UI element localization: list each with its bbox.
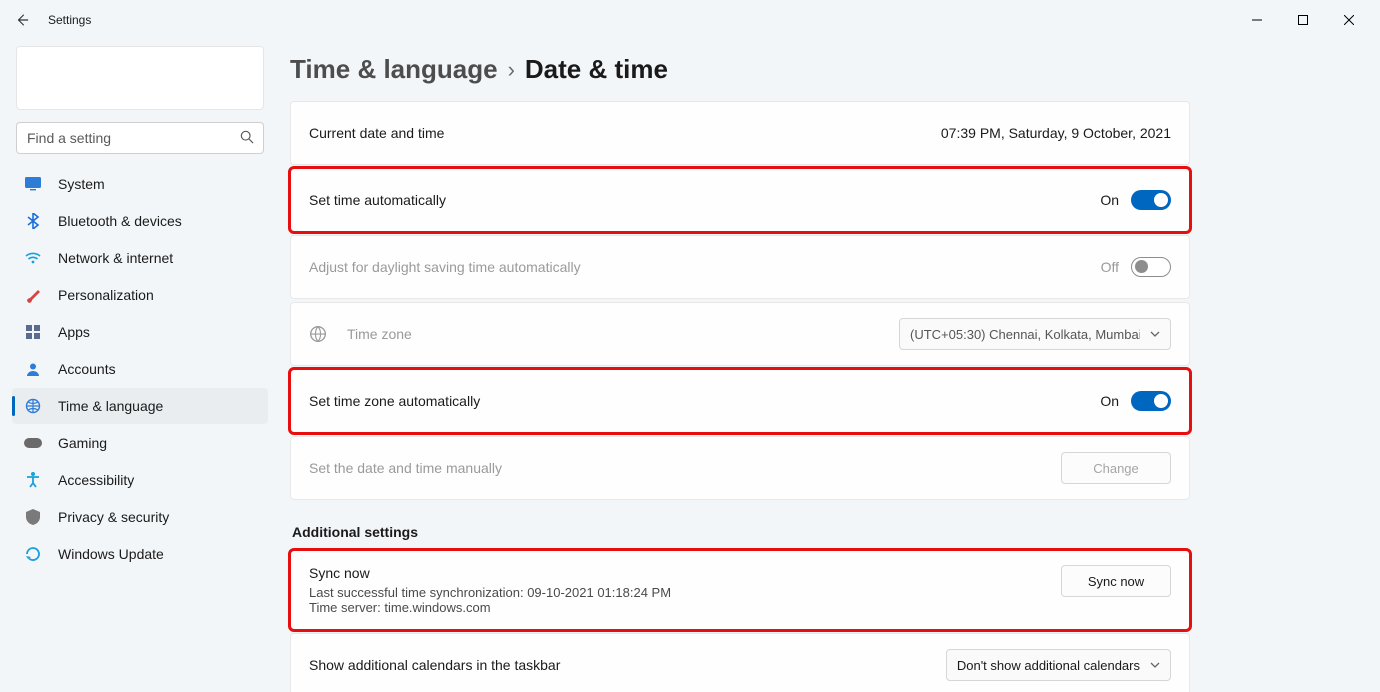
sidebar-item-label: Time & language	[58, 398, 163, 414]
set-tz-auto-row: Set time zone automatically On	[290, 369, 1190, 433]
timezone-label: Time zone	[347, 326, 412, 342]
dst-auto-state: Off	[1101, 259, 1119, 275]
set-tz-auto-state: On	[1100, 393, 1119, 409]
profile-card[interactable]	[16, 46, 264, 110]
set-time-auto-row: Set time automatically On	[290, 168, 1190, 232]
sidebar-item-personalization[interactable]: Personalization	[12, 277, 268, 313]
set-time-auto-label: Set time automatically	[309, 192, 446, 208]
sidebar-item-accounts[interactable]: Accounts	[12, 351, 268, 387]
sidebar-item-label: Accounts	[58, 361, 116, 377]
breadcrumb-parent[interactable]: Time & language	[290, 54, 498, 85]
back-button[interactable]	[8, 6, 36, 34]
set-tz-auto-label: Set time zone automatically	[309, 393, 480, 409]
breadcrumb: Time & language › Date & time	[290, 54, 1190, 85]
sync-now-button-label: Sync now	[1088, 574, 1144, 589]
sidebar: System Bluetooth & devices Network & int…	[0, 40, 280, 692]
bluetooth-icon	[24, 212, 42, 230]
search-wrap	[16, 122, 264, 154]
sidebar-item-gaming[interactable]: Gaming	[12, 425, 268, 461]
set-manual-label: Set the date and time manually	[309, 460, 502, 476]
accessibility-icon	[24, 471, 42, 489]
sidebar-item-label: Gaming	[58, 435, 107, 451]
current-date-time-row: Current date and time 07:39 PM, Saturday…	[290, 101, 1190, 165]
dst-auto-label: Adjust for daylight saving time automati…	[309, 259, 581, 275]
breadcrumb-current: Date & time	[525, 54, 668, 85]
person-icon	[24, 360, 42, 378]
minimize-icon	[1252, 15, 1262, 25]
sync-server-line: Time server: time.windows.com	[309, 600, 671, 615]
timezone-row: Time zone (UTC+05:30) Chennai, Kolkata, …	[290, 302, 1190, 366]
sidebar-item-label: Personalization	[58, 287, 154, 303]
apps-icon	[24, 323, 42, 341]
set-time-auto-toggle[interactable]	[1131, 190, 1171, 210]
change-button[interactable]: Change	[1061, 452, 1171, 484]
arrow-left-icon	[15, 13, 29, 27]
search-input[interactable]	[16, 122, 264, 154]
chevron-down-icon	[1150, 331, 1160, 337]
sidebar-item-label: Bluetooth & devices	[58, 213, 182, 229]
current-date-time-value: 07:39 PM, Saturday, 9 October, 2021	[941, 125, 1171, 141]
window-controls	[1234, 4, 1372, 36]
sidebar-item-update[interactable]: Windows Update	[12, 536, 268, 572]
additional-calendars-dropdown[interactable]: Don't show additional calendars	[946, 649, 1171, 681]
sync-last-line: Last successful time synchronization: 09…	[309, 585, 671, 600]
timezone-value: (UTC+05:30) Chennai, Kolkata, Mumbai, Ne…	[910, 327, 1140, 342]
chevron-right-icon: ›	[508, 57, 515, 83]
update-icon	[24, 545, 42, 563]
sidebar-item-bluetooth[interactable]: Bluetooth & devices	[12, 203, 268, 239]
sidebar-item-label: Accessibility	[58, 472, 134, 488]
sidebar-item-privacy[interactable]: Privacy & security	[12, 499, 268, 535]
sidebar-item-apps[interactable]: Apps	[12, 314, 268, 350]
sidebar-item-accessibility[interactable]: Accessibility	[12, 462, 268, 498]
dst-auto-row: Adjust for daylight saving time automati…	[290, 235, 1190, 299]
additional-settings-header: Additional settings	[292, 524, 1190, 540]
sync-now-row: Sync now Last successful time synchroniz…	[290, 550, 1190, 630]
nav: System Bluetooth & devices Network & int…	[12, 166, 268, 572]
gamepad-icon	[24, 434, 42, 452]
sidebar-item-label: Privacy & security	[58, 509, 169, 525]
sync-now-button[interactable]: Sync now	[1061, 565, 1171, 597]
current-date-time-label: Current date and time	[309, 125, 444, 141]
sidebar-item-network[interactable]: Network & internet	[12, 240, 268, 276]
globe-clock-icon	[24, 397, 42, 415]
sidebar-item-label: Apps	[58, 324, 90, 340]
sidebar-item-time-language[interactable]: Time & language	[12, 388, 268, 424]
sidebar-item-system[interactable]: System	[12, 166, 268, 202]
additional-calendars-row: Show additional calendars in the taskbar…	[290, 633, 1190, 692]
wifi-icon	[24, 249, 42, 267]
set-time-auto-state: On	[1100, 192, 1119, 208]
maximize-button[interactable]	[1280, 4, 1326, 36]
set-tz-auto-toggle[interactable]	[1131, 391, 1171, 411]
shield-icon	[24, 508, 42, 526]
change-button-label: Change	[1093, 461, 1139, 476]
sidebar-item-label: System	[58, 176, 105, 192]
maximize-icon	[1298, 15, 1308, 25]
window-title: Settings	[48, 13, 91, 27]
display-icon	[24, 175, 42, 193]
additional-calendars-value: Don't show additional calendars	[957, 658, 1140, 673]
sidebar-item-label: Network & internet	[58, 250, 173, 266]
brush-icon	[24, 286, 42, 304]
set-manual-row: Set the date and time manually Change	[290, 436, 1190, 500]
sidebar-item-label: Windows Update	[58, 546, 164, 562]
dst-auto-toggle[interactable]	[1131, 257, 1171, 277]
titlebar: Settings	[0, 0, 1380, 40]
chevron-down-icon	[1150, 662, 1160, 668]
additional-calendars-label: Show additional calendars in the taskbar	[309, 657, 560, 673]
main-content: Time & language › Date & time Current da…	[280, 40, 1380, 692]
globe-icon	[309, 325, 329, 343]
close-icon	[1344, 15, 1354, 25]
close-button[interactable]	[1326, 4, 1372, 36]
timezone-dropdown[interactable]: (UTC+05:30) Chennai, Kolkata, Mumbai, Ne…	[899, 318, 1171, 350]
minimize-button[interactable]	[1234, 4, 1280, 36]
sync-now-title: Sync now	[309, 565, 671, 581]
